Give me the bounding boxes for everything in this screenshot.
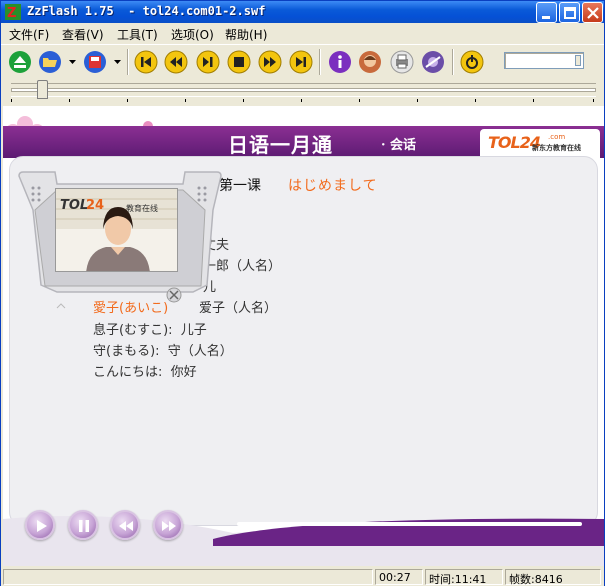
status-elapsed: 00:27 [375, 569, 423, 585]
fast-forward-icon [162, 521, 176, 531]
forward-button[interactable] [258, 50, 282, 74]
eject-icon [9, 51, 31, 73]
lesson-title: 第一课 [219, 178, 261, 194]
eject-button[interactable] [8, 50, 32, 74]
svg-text:TOL: TOL [60, 198, 88, 213]
settings-icon [422, 51, 444, 73]
seek-thumb[interactable] [37, 80, 48, 99]
svg-text:教育在线: 教育在线 [126, 203, 158, 213]
rewind-button[interactable] [164, 50, 188, 74]
title-bar[interactable]: Z ZzFlash 1.75 - tol24.com01-2.swf [1, 1, 604, 23]
about-button[interactable] [358, 50, 382, 74]
menu-file[interactable]: 文件(F) [9, 26, 49, 43]
rewind-icon [119, 521, 133, 531]
rewind-icon [164, 50, 188, 74]
save-icon [84, 51, 106, 73]
play-icon [37, 520, 47, 532]
settings-button[interactable] [421, 50, 445, 74]
presenter-video: TOL 24 教育在线 [56, 189, 177, 271]
toolbar-separator [452, 49, 454, 75]
chevron-down-icon[interactable] [114, 60, 121, 64]
menu-tools[interactable]: 工具(T) [117, 26, 158, 43]
skip-end-button[interactable] [289, 50, 313, 74]
maximize-icon [564, 7, 576, 19]
close-icon [587, 7, 599, 19]
status-bar: 00:27 时间:11:41 帧数:8416 [1, 567, 604, 586]
lesson-subtitle: はじめまして [288, 178, 378, 194]
seek-bar[interactable] [11, 80, 596, 99]
toolbar-separator [319, 49, 321, 75]
seek-ticks [11, 99, 596, 103]
lesson-progress[interactable] [237, 522, 582, 526]
exit-button[interactable] [460, 50, 484, 74]
menu-options[interactable]: 选项(O) [171, 26, 214, 43]
pause-icon [79, 520, 89, 532]
maximize-button[interactable] [559, 2, 580, 23]
pause-play-icon [196, 50, 220, 74]
stop-button[interactable] [227, 50, 251, 74]
zzflash-logo-icon: Z [5, 4, 21, 20]
status-time: 时间:11:41 [425, 569, 503, 586]
status-frames: 帧数:8416 [505, 569, 601, 586]
app-window: Z ZzFlash 1.75 - tol24.com01-2.swf 文件(F)… [0, 0, 605, 586]
rewind-button[interactable] [110, 510, 140, 540]
exit-icon [460, 50, 484, 74]
play-button[interactable] [25, 510, 55, 540]
open-button[interactable] [38, 50, 62, 74]
vocab-line: こんにちは: 你好 [93, 365, 197, 380]
menu-bar: 文件(F) 查看(V) 工具(T) 选项(O) 帮助(H) [1, 23, 604, 43]
fast-forward-button[interactable] [153, 510, 183, 540]
status-message [3, 569, 373, 585]
window-title: ZzFlash 1.75 - tol24.com01-2.swf [27, 4, 266, 18]
info-icon [329, 51, 351, 73]
volume-thumb[interactable] [575, 55, 581, 66]
course-subtitle: · 会话 [381, 138, 417, 153]
skip-start-icon [134, 50, 158, 74]
volume-slider[interactable] [504, 52, 584, 69]
info-button[interactable] [328, 50, 352, 74]
chevron-down-icon[interactable] [69, 60, 76, 64]
open-folder-icon [39, 51, 61, 73]
svg-text:Z: Z [7, 6, 16, 20]
tol24-logo: TOL24 .com 新东方教育在线 [480, 129, 600, 159]
forward-icon [258, 50, 282, 74]
minimize-icon [542, 16, 550, 19]
skip-end-icon [289, 50, 313, 74]
minimize-button[interactable] [536, 2, 557, 23]
svg-text:24: 24 [86, 198, 104, 213]
step-button[interactable] [196, 50, 220, 74]
menu-view[interactable]: 查看(V) [62, 26, 104, 43]
close-button[interactable] [582, 2, 603, 23]
menu-help[interactable]: 帮助(H) [225, 26, 267, 43]
capture-button[interactable] [390, 50, 414, 74]
video-player[interactable]: TOL 24 教育在线 [55, 188, 178, 272]
course-title: 日语一月通 [228, 133, 333, 157]
seek-track[interactable] [11, 88, 596, 92]
stop-icon [227, 50, 251, 74]
vocab-line: 守(まもる): 守（人名） [93, 344, 233, 359]
print-icon [390, 50, 414, 74]
avatar-icon [359, 51, 381, 73]
pause-button[interactable] [68, 510, 98, 540]
skip-start-button[interactable] [134, 50, 158, 74]
flash-stage[interactable]: 日语一月通 · 会话 TOL24 .com 新东方教育在线 第一课 はじめまして… [3, 106, 604, 566]
toolbar-separator [127, 49, 129, 75]
save-button[interactable] [83, 50, 107, 74]
vocab-line: 息子(むすこ): 儿子 [93, 323, 207, 338]
